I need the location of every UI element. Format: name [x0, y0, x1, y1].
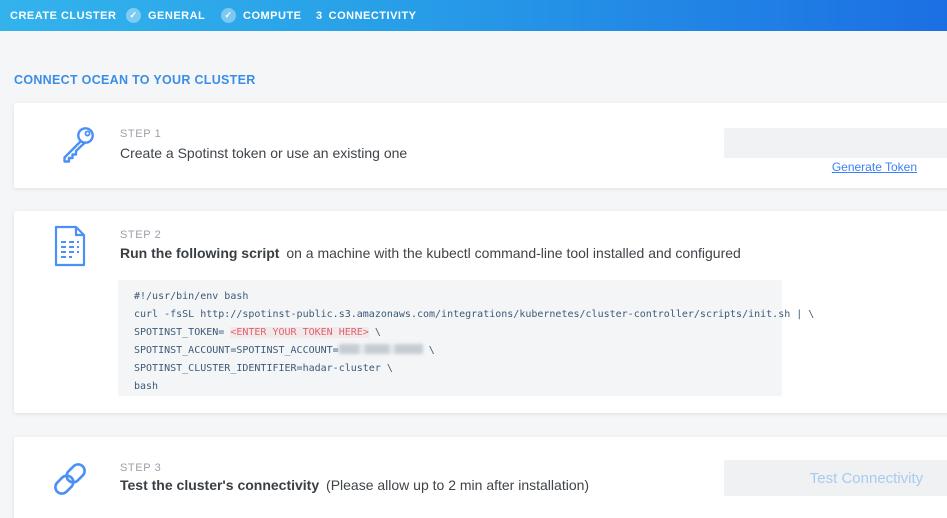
step2-title: Run the following script on a machine wi… — [120, 245, 741, 261]
generate-token-link[interactable]: Generate Token — [832, 160, 917, 174]
step2-card: STEP 2 Run the following script on a mac… — [14, 211, 947, 413]
step2-label: STEP 2 — [120, 229, 161, 241]
tab-compute-label: COMPUTE — [243, 10, 302, 22]
step2-title-rest: on a machine with the kubectl command-li… — [282, 245, 740, 261]
script-file-icon — [52, 225, 88, 267]
wizard-title: CREATE CLUSTER — [10, 0, 116, 31]
tab-connectivity-number: 3 — [316, 10, 323, 22]
tab-connectivity[interactable]: 3 CONNECTIVITY — [316, 0, 417, 31]
code-line: curl -fsSL http://spotinst-public.s3.ama… — [134, 306, 766, 324]
check-circle-icon: ✓ — [126, 8, 141, 23]
wizard-topbar: CREATE CLUSTER ✓ GENERAL ✓ COMPUTE 3 CON… — [0, 0, 947, 31]
code-line: SPOTINST_CLUSTER_IDENTIFIER=hadar-cluste… — [134, 360, 766, 378]
tab-connectivity-label: CONNECTIVITY — [329, 10, 417, 22]
step3-card: STEP 3 Test the cluster's connectivity (… — [14, 437, 947, 518]
check-circle-icon: ✓ — [221, 8, 236, 23]
tab-compute[interactable]: ✓ COMPUTE — [221, 0, 302, 31]
step1-card: STEP 1 Create a Spotinst token or use an… — [14, 103, 947, 188]
test-connectivity-button[interactable]: Test Connectivity — [724, 460, 947, 496]
step1-title: Create a Spotinst token or use an existi… — [120, 145, 407, 161]
chain-link-icon — [48, 457, 92, 501]
create-cluster-screen: CREATE CLUSTER ✓ GENERAL ✓ COMPUTE 3 CON… — [0, 0, 947, 518]
token-placeholder: <ENTER YOUR TOKEN HERE> — [230, 327, 368, 338]
key-icon — [57, 122, 99, 164]
code-line: SPOTINST_TOKEN= <ENTER YOUR TOKEN HERE> … — [134, 324, 766, 342]
step2-title-bold: Run the following script — [120, 245, 279, 261]
step3-label: STEP 3 — [120, 462, 161, 474]
code-line: SPOTINST_ACCOUNT=SPOTINST_ACCOUNT= \ — [134, 342, 766, 360]
step3-title-rest: (Please allow up to 2 min after installa… — [322, 477, 589, 493]
page-heading: CONNECT OCEAN TO YOUR CLUSTER — [14, 73, 256, 87]
step3-title-bold: Test the cluster's connectivity — [120, 477, 319, 493]
redacted-account-value — [339, 344, 423, 354]
install-script-code-block: #!/usr/bin/env bash curl -fsSL http://sp… — [118, 280, 782, 396]
step3-title: Test the cluster's connectivity (Please … — [120, 477, 589, 493]
token-input[interactable] — [724, 128, 947, 158]
step1-label: STEP 1 — [120, 128, 161, 140]
code-line: #!/usr/bin/env bash — [134, 288, 766, 306]
code-line: bash — [134, 378, 766, 396]
tab-general-label: GENERAL — [148, 10, 205, 22]
tab-general[interactable]: ✓ GENERAL — [126, 0, 205, 31]
